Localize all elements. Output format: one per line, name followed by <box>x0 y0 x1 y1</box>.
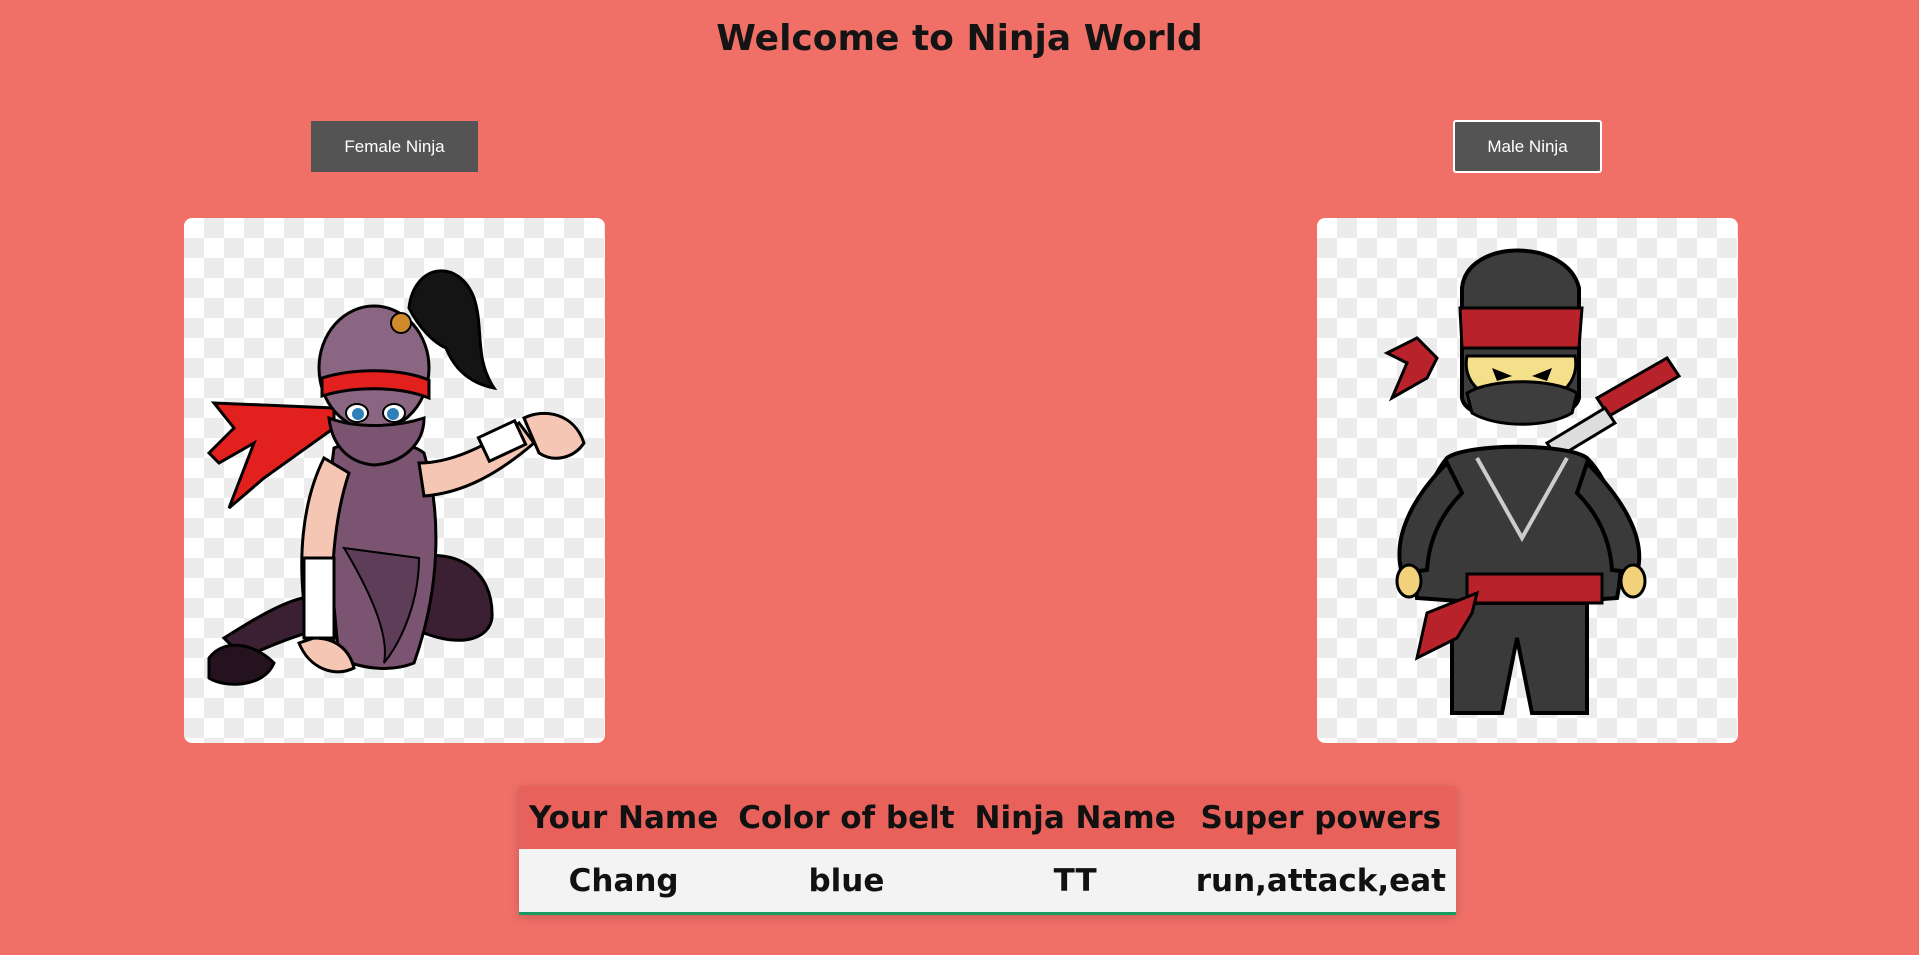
table-cell: Chang <box>519 849 729 915</box>
ninja-info-table: Your Name Color of belt Ninja Name Super… <box>519 786 1456 915</box>
table-cell: TT <box>964 849 1186 915</box>
male-ninja-image <box>1317 218 1738 743</box>
table-row: Chang blue TT run,attack,eat <box>519 849 1456 915</box>
column-header: Super powers <box>1185 786 1456 849</box>
column-header: Color of belt <box>728 786 965 849</box>
table-cell: blue <box>728 849 965 915</box>
male-ninja-button[interactable]: Male Ninja <box>1453 120 1602 173</box>
table-header-row: Your Name Color of belt Ninja Name Super… <box>519 786 1456 849</box>
page-title: Welcome to Ninja World <box>716 18 1203 59</box>
column-header: Your Name <box>519 786 729 849</box>
table-cell: run,attack,eat <box>1185 849 1456 915</box>
female-ninja-button[interactable]: Female Ninja <box>311 121 478 172</box>
column-header: Ninja Name <box>964 786 1186 849</box>
female-ninja-image <box>184 218 605 743</box>
